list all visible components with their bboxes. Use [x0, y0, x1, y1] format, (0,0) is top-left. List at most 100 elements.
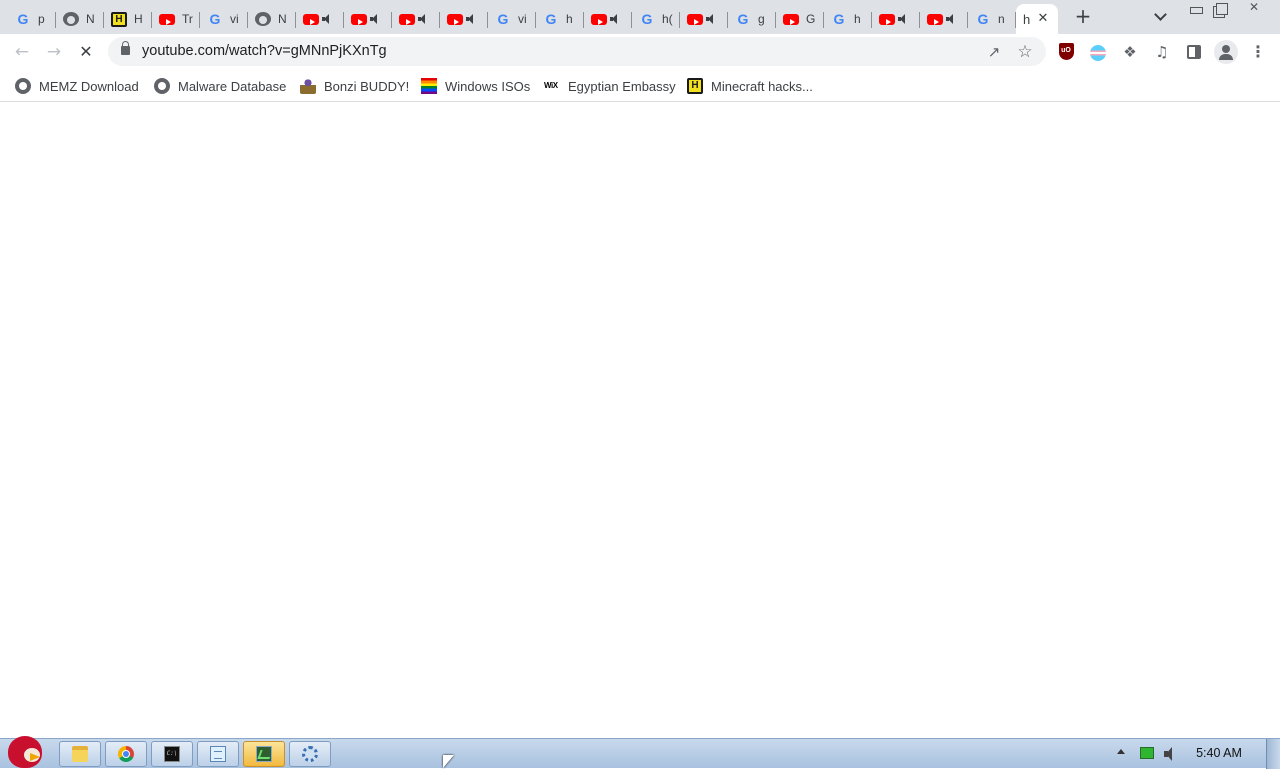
youtube-icon [159, 13, 175, 25]
audio-playing-icon[interactable] [466, 14, 476, 24]
stop-loading-button[interactable]: ✕ [73, 39, 99, 65]
browser-tab[interactable]: Gn [968, 4, 1016, 34]
tab-title: p [38, 12, 45, 26]
address-bar[interactable]: youtube.com/watch?v=gMNnPjKXnTg ↗ ☆ [108, 37, 1046, 66]
tab-title: h( [662, 12, 673, 26]
youtube-icon [879, 13, 895, 25]
youtube-icon [927, 13, 943, 25]
bookmark-star-icon[interactable]: ☆ [1016, 43, 1034, 61]
tab-title: Tr [182, 12, 193, 26]
browser-tab[interactable] [584, 4, 632, 34]
bookmark-label: Malware Database [178, 78, 287, 94]
tab-title: N [278, 12, 287, 26]
browser-tab[interactable]: Gg [728, 4, 776, 34]
tab-strip: Gp N H H Tr Gvi N Gvi Gh Gh(Gg G Gh Gn h ✕ + [0, 0, 1280, 34]
browser-tab[interactable] [872, 4, 920, 34]
browser-tab[interactable]: N [56, 4, 104, 34]
media-control-icon[interactable]: ♫ [1152, 42, 1172, 62]
browser-tab[interactable]: Gp [8, 4, 56, 34]
taskbar-notepad[interactable] [197, 741, 239, 767]
taskbar-file-explorer[interactable] [59, 741, 101, 767]
network-icon[interactable] [1140, 747, 1154, 759]
minimize-window-button[interactable] [1183, 0, 1209, 18]
page-content-area[interactable] [0, 103, 1280, 738]
browser-tab[interactable]: HH [104, 4, 152, 34]
browser-tab[interactable]: Gvi [488, 4, 536, 34]
taskbar-task-manager[interactable] [243, 741, 285, 767]
audio-playing-icon[interactable] [946, 14, 956, 24]
globe-icon [63, 12, 79, 26]
audio-playing-icon[interactable] [610, 14, 620, 24]
audio-playing-icon[interactable] [706, 14, 716, 24]
angry-bird-start-icon [8, 736, 42, 768]
browser-tab[interactable]: Gvi [200, 4, 248, 34]
extensions-puzzle-icon[interactable]: ❖ [1120, 42, 1140, 62]
browser-tab[interactable] [680, 4, 728, 34]
browser-tab[interactable]: Gh( [632, 4, 680, 34]
notepad-icon [210, 746, 226, 762]
audio-playing-icon[interactable] [322, 14, 332, 24]
globe-icon [154, 78, 170, 94]
browser-tab[interactable] [920, 4, 968, 34]
browser-tab[interactable]: N [248, 4, 296, 34]
rainbow-flag-icon [421, 78, 437, 94]
command-prompt-icon: C:\ [164, 746, 180, 762]
tab-search-chevron-icon[interactable] [1151, 7, 1171, 27]
browser-tab[interactable] [392, 4, 440, 34]
browser-tab[interactable]: Tr [152, 4, 200, 34]
google-icon: G [17, 11, 29, 27]
close-tab-icon[interactable]: ✕ [1034, 10, 1052, 28]
restore-window-button[interactable] [1208, 0, 1234, 18]
folder-icon [72, 746, 88, 762]
taskbar-settings[interactable] [289, 741, 331, 767]
profile-avatar-icon[interactable] [1214, 40, 1238, 64]
mouse-cursor-icon [443, 755, 454, 768]
audio-playing-icon[interactable] [898, 14, 908, 24]
share-icon[interactable]: ↗ [985, 43, 1003, 61]
globe-icon [255, 12, 271, 26]
browser-tab[interactable]: Gh [536, 4, 584, 34]
bookmark-malware-database[interactable]: Malware Database [154, 76, 286, 96]
globe-icon [15, 78, 31, 94]
bookmark-minecraft-hacks[interactable]: H Minecraft hacks... [687, 76, 813, 96]
close-window-button[interactable] [1240, 0, 1270, 18]
browser-tab[interactable] [296, 4, 344, 34]
forward-button[interactable]: → [41, 39, 67, 65]
browser-tab[interactable]: G [776, 4, 824, 34]
ublock-origin-extension-icon[interactable]: uO [1056, 42, 1076, 62]
trans-flag-extension-icon[interactable] [1088, 42, 1108, 62]
show-desktop-button[interactable] [1266, 739, 1280, 769]
bookmark-label: Minecraft hacks... [711, 78, 813, 94]
new-tab-button[interactable]: + [1071, 5, 1095, 29]
bookmark-bonzi-buddy[interactable]: Bonzi BUDDY! [300, 76, 409, 96]
start-button[interactable] [4, 732, 48, 769]
taskbar-chrome[interactable] [105, 741, 147, 767]
audio-playing-icon[interactable] [418, 14, 428, 24]
youtube-icon [591, 13, 607, 25]
google-icon: G [641, 11, 653, 27]
bookmarks-bar: MEMZ Download Malware Database Bonzi BUD… [0, 70, 1280, 102]
system-clock[interactable]: 5:40 AM [1190, 746, 1248, 760]
audio-playing-icon[interactable] [370, 14, 380, 24]
active-browser-tab[interactable]: h ✕ [1016, 4, 1058, 34]
url-text[interactable]: youtube.com/watch?v=gMNnPjKXnTg [142, 43, 387, 59]
browser-tab[interactable] [440, 4, 488, 34]
bookmark-label: Egyptian Embassy [568, 78, 676, 94]
settings-gear-icon [302, 746, 318, 762]
chrome-icon [118, 746, 134, 762]
back-button[interactable]: ← [9, 39, 35, 65]
bookmark-label: Bonzi BUDDY! [324, 78, 410, 94]
chrome-menu-icon[interactable]: ⋮ [1248, 42, 1268, 62]
bookmark-windows-isos[interactable]: Windows ISOs [421, 76, 530, 96]
bookmark-memz-download[interactable]: MEMZ Download [15, 76, 139, 96]
volume-icon[interactable] [1164, 747, 1180, 761]
lock-icon[interactable] [121, 41, 130, 55]
bonzi-icon [300, 78, 316, 94]
browser-tab[interactable] [344, 4, 392, 34]
side-panel-icon[interactable] [1184, 42, 1204, 62]
browser-tab[interactable]: Gh [824, 4, 872, 34]
browser-toolbar: ← → ✕ youtube.com/watch?v=gMNnPjKXnTg ↗ … [0, 34, 1280, 70]
show-hidden-icons-arrow-icon[interactable] [1117, 749, 1125, 754]
bookmark-egyptian-embassy[interactable]: WiX Egyptian Embassy [544, 76, 676, 96]
taskbar-command-prompt[interactable]: C:\ [151, 741, 193, 767]
